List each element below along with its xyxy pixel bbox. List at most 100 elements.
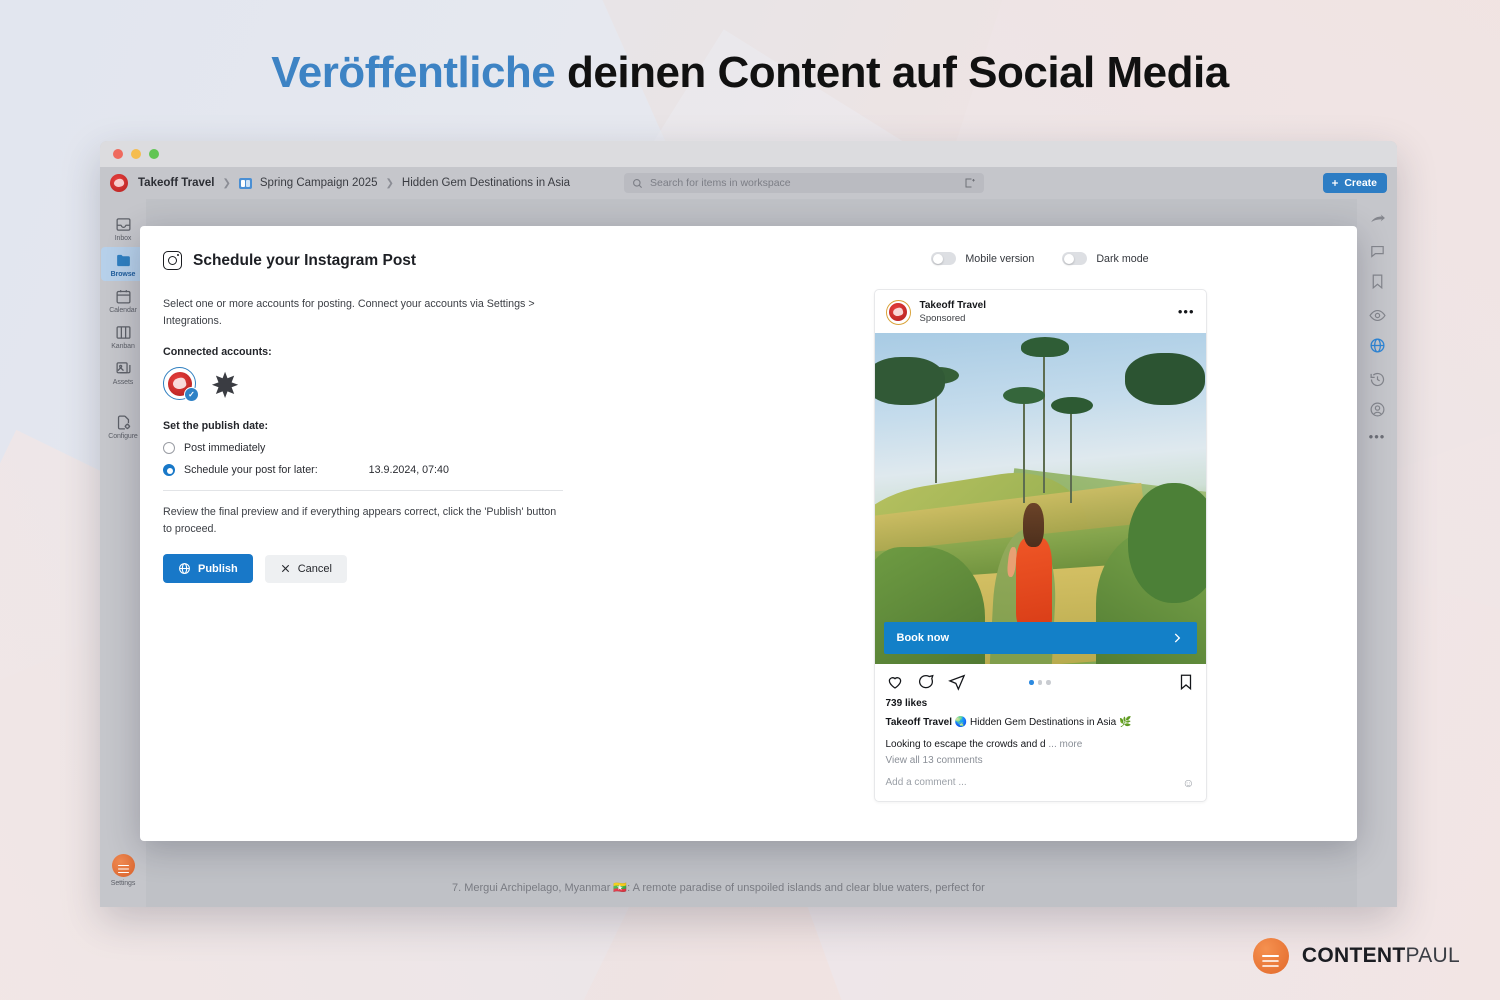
page-title: Veröffentliche deinen Content auf Social… bbox=[0, 48, 1500, 98]
cancel-button-label: Cancel bbox=[297, 562, 332, 575]
breadcrumb-item-workspace[interactable]: Takeoff Travel bbox=[138, 177, 215, 189]
window-close-button[interactable] bbox=[113, 149, 123, 159]
sidebar-item-label: Kanban bbox=[111, 343, 135, 350]
kanban-icon bbox=[115, 326, 131, 339]
radio-schedule-later[interactable]: Schedule your post for later: 13.9.2024,… bbox=[163, 464, 563, 477]
sidebar-item-assets[interactable]: Assets bbox=[101, 355, 145, 389]
preview-toggles: Mobile version Dark mode bbox=[760, 252, 1320, 265]
search-icon bbox=[633, 178, 643, 188]
document-text-line: 7. Mergui Archipelago, Myanmar 🇲🇲: A rem… bbox=[452, 882, 985, 894]
account-takeoff-travel[interactable]: ✓ bbox=[163, 367, 199, 403]
more-horizontal-icon[interactable]: ••• bbox=[1178, 305, 1195, 318]
more-horizontal-icon[interactable]: ••• bbox=[1369, 430, 1386, 443]
view-comments-link[interactable]: View all 13 comments bbox=[875, 750, 1206, 766]
carousel-dot-active bbox=[1029, 680, 1034, 685]
radio-post-immediately[interactable]: Post immediately bbox=[163, 442, 563, 455]
right-sidebar: ••• bbox=[1357, 199, 1397, 907]
user-circle-icon[interactable] bbox=[1369, 401, 1386, 418]
cta-label: Book now bbox=[896, 632, 950, 645]
settings-menu-icon bbox=[111, 854, 135, 877]
close-icon bbox=[281, 565, 289, 573]
add-comment-placeholder: Add a comment ... bbox=[885, 777, 967, 789]
toggle-switch[interactable] bbox=[1062, 252, 1088, 265]
publish-button[interactable]: Publish bbox=[163, 554, 253, 584]
dialog-title: Schedule your Instagram Post bbox=[193, 251, 417, 269]
scheduled-date-value[interactable]: 13.9.2024, 07:40 bbox=[369, 464, 449, 476]
radio-button-selected[interactable] bbox=[163, 464, 175, 477]
toggle-dark-mode[interactable]: Dark mode bbox=[1062, 252, 1149, 265]
folder-icon bbox=[116, 254, 130, 267]
toggle-label: Dark mode bbox=[1096, 252, 1149, 265]
publish-date-label: Set the publish date: bbox=[163, 420, 269, 433]
sidebar-item-label: Configure bbox=[108, 433, 138, 440]
create-button-label: Create bbox=[1344, 177, 1377, 189]
add-comment-row[interactable]: Add a comment ... ☺ bbox=[875, 766, 1206, 801]
window-minimize-button[interactable] bbox=[131, 149, 141, 159]
breadcrumb-item-document[interactable]: Hidden Gem Destinations in Asia bbox=[402, 177, 570, 189]
caption-author[interactable]: Takeoff Travel bbox=[886, 717, 953, 728]
breadcrumb: Takeoff Travel ❯ Spring Campaign 2025 ❯ … bbox=[138, 177, 570, 189]
toggle-label: Mobile version bbox=[965, 252, 1035, 265]
search-input[interactable]: Search for items in workspace bbox=[624, 173, 984, 193]
instagram-icon bbox=[163, 251, 182, 270]
comment-icon[interactable] bbox=[1369, 243, 1386, 260]
page-title-highlight: Veröffentliche bbox=[271, 48, 556, 97]
radio-label: Schedule your post for later: bbox=[184, 464, 318, 477]
open-in-new-icon[interactable] bbox=[964, 177, 976, 189]
post-caption-second-line: Looking to escape the crowds and d ... m… bbox=[875, 731, 1206, 750]
share-icon[interactable] bbox=[947, 673, 966, 692]
cancel-button[interactable]: Cancel bbox=[264, 554, 347, 583]
search-placeholder: Search for items in workspace bbox=[650, 177, 791, 189]
workspace-logo-icon bbox=[110, 174, 128, 192]
radio-label: Post immediately bbox=[184, 442, 266, 455]
emoji-icon[interactable]: ☺ bbox=[1182, 776, 1194, 790]
configure-icon bbox=[117, 415, 130, 430]
post-subtitle: Sponsored bbox=[919, 312, 966, 324]
dialog-intro-text: Select one or more accounts for posting.… bbox=[163, 298, 535, 327]
toggle-switch[interactable] bbox=[931, 252, 957, 265]
radio-button[interactable] bbox=[163, 442, 175, 455]
post-preview-panel: Mobile version Dark mode Takeoff Travel … bbox=[760, 252, 1320, 802]
connected-accounts-list: ✓ bbox=[163, 367, 563, 403]
brand-name-light: PAUL bbox=[1405, 944, 1460, 967]
window-maximize-button[interactable] bbox=[149, 149, 159, 159]
bookmark-icon[interactable] bbox=[1177, 673, 1195, 691]
post-likes: 739 likes bbox=[885, 698, 928, 710]
carousel-dot bbox=[1037, 680, 1043, 685]
sidebar-item-configure[interactable]: Configure bbox=[101, 409, 145, 443]
globe-icon[interactable] bbox=[1369, 337, 1386, 354]
share-icon[interactable] bbox=[1369, 213, 1386, 230]
inbox-icon bbox=[115, 218, 131, 231]
page-title-rest: deinen Content auf Social Media bbox=[555, 48, 1229, 97]
like-icon[interactable] bbox=[886, 673, 904, 691]
breadcrumb-item-campaign[interactable]: Spring Campaign 2025 bbox=[260, 177, 378, 189]
sidebar-item-inbox[interactable]: Inbox bbox=[101, 211, 145, 245]
bookmark-icon[interactable] bbox=[1369, 273, 1386, 290]
settings-label: Settings bbox=[110, 880, 136, 887]
post-account-name: Takeoff Travel bbox=[919, 300, 987, 311]
divider bbox=[163, 490, 563, 492]
sidebar-item-label: Assets bbox=[112, 379, 134, 386]
assets-icon bbox=[115, 362, 131, 374]
sidebar-item-browse[interactable]: Browse bbox=[101, 247, 145, 281]
publish-button-label: Publish bbox=[198, 562, 238, 575]
sidebar-item-kanban[interactable]: Kanban bbox=[101, 319, 145, 353]
carousel-dot bbox=[1046, 680, 1051, 685]
schedule-post-dialog: Schedule your Instagram Post Select one … bbox=[140, 226, 1357, 841]
caption-text: 🌏 Hidden Gem Destinations in Asia 🌿 bbox=[954, 717, 1132, 729]
caption-more-link[interactable]: ... more bbox=[1048, 739, 1082, 750]
caption-body: Looking to escape the crowds and d bbox=[885, 738, 1046, 750]
eye-icon[interactable] bbox=[1368, 307, 1386, 324]
toggle-mobile-version[interactable]: Mobile version bbox=[931, 252, 1034, 265]
account-star[interactable] bbox=[210, 369, 240, 399]
history-icon[interactable] bbox=[1369, 371, 1386, 388]
comment-icon[interactable] bbox=[917, 673, 935, 691]
book-now-cta[interactable]: Book now bbox=[883, 622, 1197, 655]
folder-icon bbox=[238, 177, 252, 189]
dialog-actions: Publish Cancel bbox=[163, 554, 563, 584]
chevron-right-icon bbox=[1174, 633, 1180, 643]
create-button[interactable]: Create bbox=[1323, 173, 1387, 193]
sidebar-item-calendar[interactable]: Calendar bbox=[101, 283, 145, 317]
window-titlebar bbox=[100, 141, 1397, 167]
settings-button[interactable]: Settings bbox=[100, 854, 146, 887]
